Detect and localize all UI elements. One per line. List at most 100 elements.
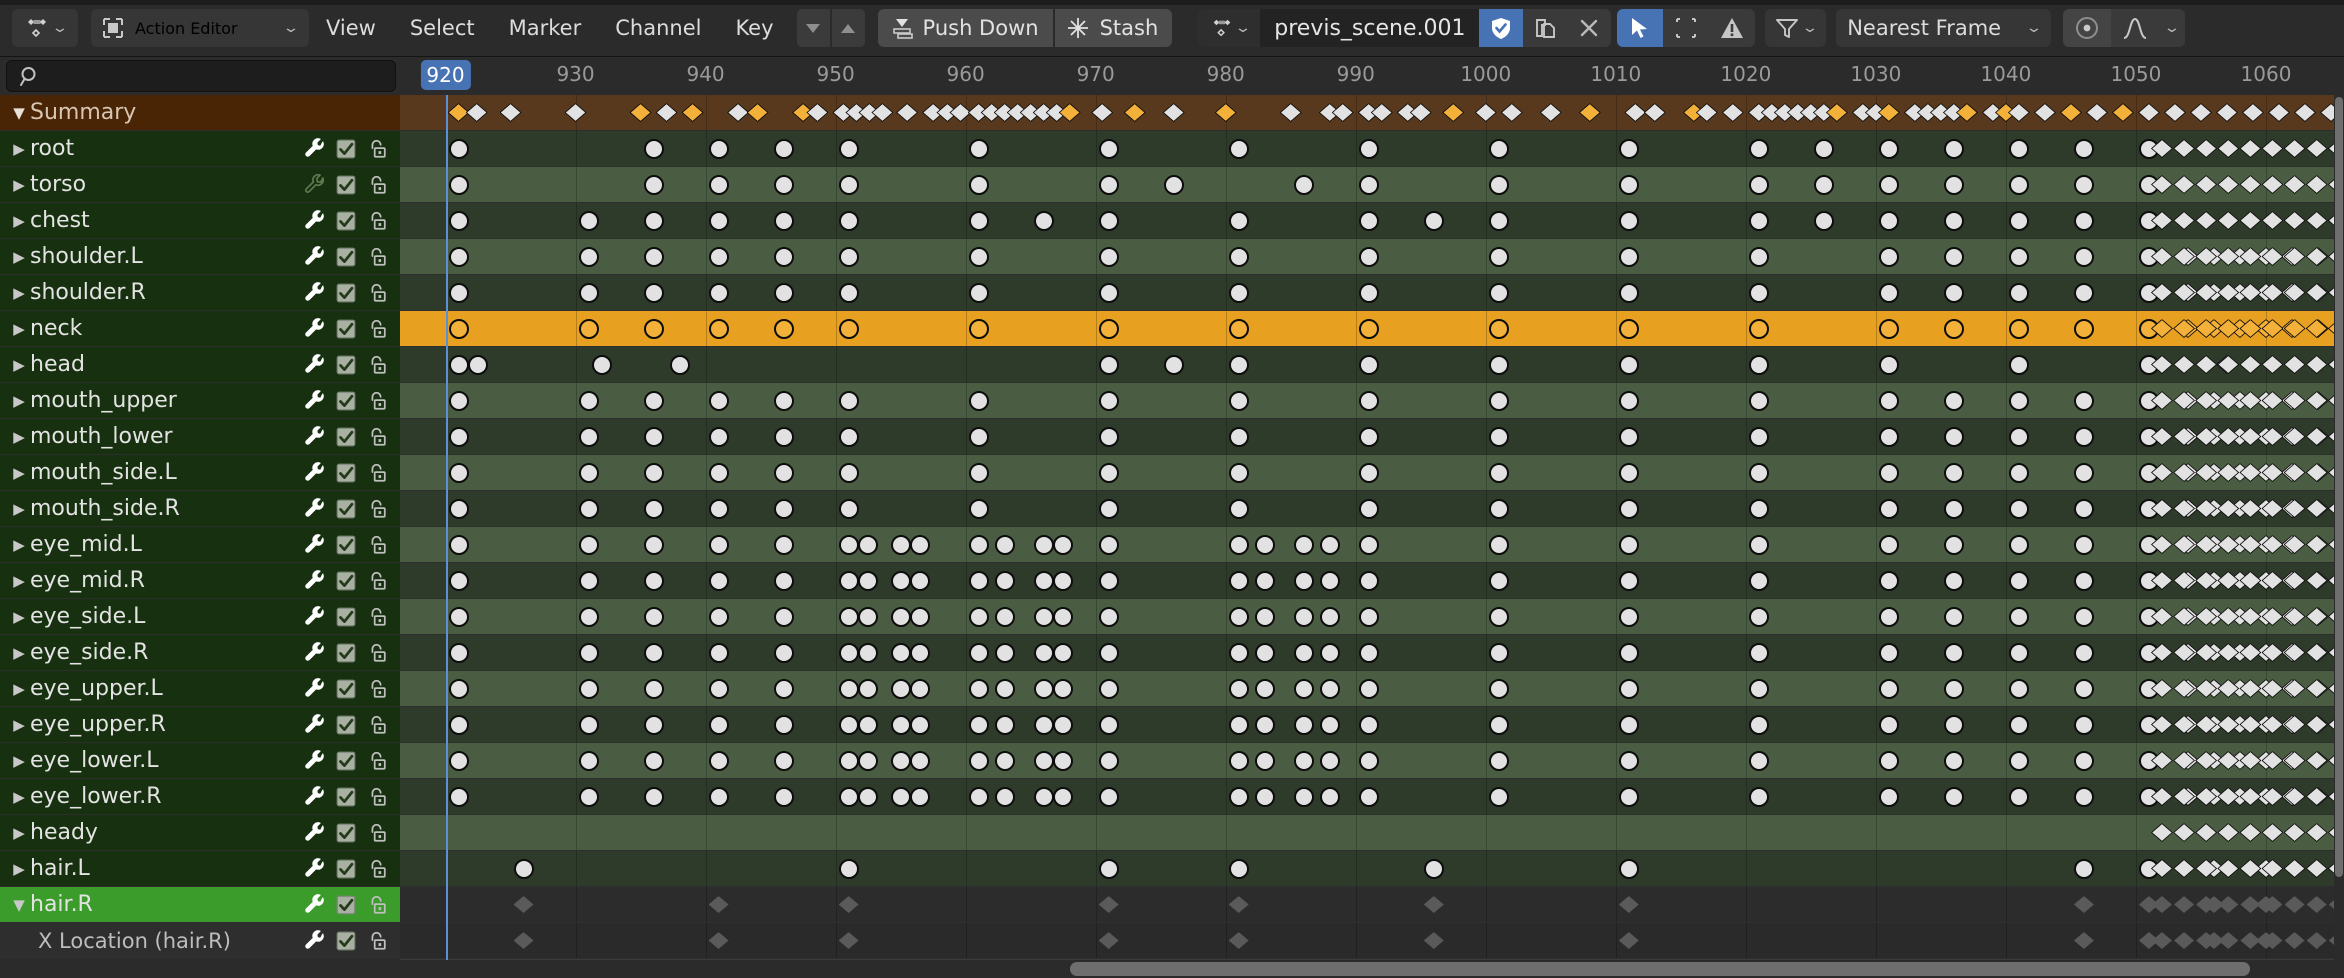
- keyframe-track-head[interactable]: [400, 347, 2344, 383]
- vertical-scrollbar[interactable]: [2334, 95, 2344, 960]
- keyframe-circle[interactable]: [969, 175, 989, 195]
- keyframe-ghost[interactable]: [514, 932, 534, 949]
- keyframe-circle[interactable]: [995, 643, 1015, 663]
- editor-mode-select[interactable]: Action Editor ⌄: [91, 9, 309, 47]
- keyframe-circle[interactable]: [1099, 283, 1119, 303]
- keyframe-circle[interactable]: [709, 139, 729, 159]
- keyframe-circle[interactable]: [1034, 679, 1054, 699]
- keyframe-circle[interactable]: [514, 859, 534, 879]
- keyframe-circle[interactable]: [1879, 427, 1899, 447]
- proportional-edit-toggle[interactable]: [2063, 9, 2111, 47]
- keyframe-circle[interactable]: [995, 607, 1015, 627]
- keyframe-circle[interactable]: [579, 679, 599, 699]
- keyframe-circle[interactable]: [1034, 535, 1054, 555]
- wrench-icon[interactable]: [304, 138, 326, 160]
- keyframe-circle[interactable]: [449, 463, 469, 483]
- checkbox-checked-icon[interactable]: [335, 390, 357, 412]
- keyframe-circle[interactable]: [2074, 499, 2094, 519]
- keyframe-circle[interactable]: [670, 355, 690, 375]
- keyframe-circle[interactable]: [2074, 283, 2094, 303]
- keyframe-diamond[interactable]: [2306, 859, 2328, 878]
- keyframe-circle[interactable]: [839, 679, 859, 699]
- keyframe-ghost[interactable]: [2307, 896, 2327, 913]
- push-down-button[interactable]: Push Down: [878, 9, 1053, 47]
- unlocked-padlock-icon[interactable]: [366, 390, 388, 412]
- keyframe-circle[interactable]: [644, 715, 664, 735]
- keyframe-diamond[interactable]: [656, 103, 678, 122]
- keyframe-diamond[interactable]: [806, 103, 828, 122]
- keyframe-diamond[interactable]: [2217, 211, 2239, 230]
- keyframe-diamond[interactable]: [2217, 679, 2239, 698]
- keyframe-diamond[interactable]: [2034, 103, 2056, 122]
- keyframe-diamond[interactable]: [2284, 787, 2306, 806]
- keyframe-circle[interactable]: [858, 535, 878, 555]
- checkbox-checked-icon[interactable]: [335, 174, 357, 196]
- keyframe-circle[interactable]: [1749, 355, 1769, 375]
- keyframe-circle[interactable]: [1814, 175, 1834, 195]
- keyframe-circle[interactable]: [1229, 355, 1249, 375]
- keyframe-circle[interactable]: [839, 463, 859, 483]
- keyframe-circle[interactable]: [858, 679, 878, 699]
- keyframe-diamond[interactable]: [2306, 787, 2328, 806]
- keyframe-circle[interactable]: [969, 787, 989, 807]
- keyframe-circle[interactable]: [774, 463, 794, 483]
- keyframe-diamond[interactable]: [2173, 463, 2195, 482]
- keyframe-circle[interactable]: [1879, 499, 1899, 519]
- keyframe-circle[interactable]: [1164, 175, 1184, 195]
- unlocked-padlock-icon[interactable]: [366, 138, 388, 160]
- current-frame-indicator[interactable]: 920: [420, 60, 470, 90]
- keyframe-circle[interactable]: [839, 607, 859, 627]
- keyframe-circle[interactable]: [1320, 607, 1340, 627]
- keyframe-diamond[interactable]: [2164, 103, 2186, 122]
- chevron-right-icon[interactable]: ▶: [8, 176, 30, 194]
- keyframe-diamond[interactable]: [2306, 751, 2328, 770]
- keyframe-diamond[interactable]: [2217, 643, 2239, 662]
- keyframe-circle[interactable]: [1034, 751, 1054, 771]
- keyframe-circle[interactable]: [2074, 859, 2094, 879]
- checkbox-checked-icon[interactable]: [335, 894, 357, 916]
- keyframe-track-shoulder-l[interactable]: [400, 239, 2344, 275]
- keyframe-diamond[interactable]: [2306, 175, 2328, 194]
- keyframe-diamond[interactable]: [2284, 535, 2306, 554]
- channel-row-eye-lower-l[interactable]: ▶eye_lower.L: [0, 743, 400, 779]
- keyframe-ghost[interactable]: [2174, 896, 2194, 913]
- keyframe-circle[interactable]: [468, 355, 488, 375]
- keyframe-circle[interactable]: [449, 283, 469, 303]
- keyframe-diamond[interactable]: [2284, 247, 2306, 266]
- keyframe-circle[interactable]: [1944, 643, 1964, 663]
- keyframe-circle[interactable]: [1489, 355, 1509, 375]
- keyframe-circle[interactable]: [774, 283, 794, 303]
- keyframe-circle[interactable]: [592, 355, 612, 375]
- chevron-right-icon[interactable]: ▶: [8, 320, 30, 338]
- keyframe-circle[interactable]: [709, 391, 729, 411]
- keyframe-circle[interactable]: [1099, 427, 1119, 447]
- channel-row-hair-r[interactable]: ▼hair.R: [0, 887, 400, 923]
- wrench-icon[interactable]: [304, 318, 326, 340]
- keyframe-circle[interactable]: [1229, 607, 1249, 627]
- keyframe-ghost[interactable]: [1619, 932, 1639, 949]
- keyframe-diamond[interactable]: [2173, 355, 2195, 374]
- keyframe-circle[interactable]: [1294, 571, 1314, 591]
- keyframe-diamond[interactable]: [1644, 103, 1666, 122]
- keyframe-diamond[interactable]: [1059, 103, 1081, 122]
- keyframe-circle[interactable]: [709, 571, 729, 591]
- keyframe-circle[interactable]: [1099, 607, 1119, 627]
- keyframe-circle[interactable]: [1294, 751, 1314, 771]
- keyframe-diamond[interactable]: [2173, 859, 2195, 878]
- keyframe-circle[interactable]: [1229, 499, 1249, 519]
- keyframe-circle[interactable]: [579, 391, 599, 411]
- keyframe-track-hair-l[interactable]: [400, 851, 2344, 887]
- keyframe-diamond[interactable]: [2306, 283, 2328, 302]
- keyframe-diamond[interactable]: [2217, 139, 2239, 158]
- keyframe-circle[interactable]: [969, 247, 989, 267]
- channel-row-mouth-side-r[interactable]: ▶mouth_side.R: [0, 491, 400, 527]
- keyframe-circle[interactable]: [969, 283, 989, 303]
- keyframe-diamond[interactable]: [2217, 463, 2239, 482]
- keyframe-circle[interactable]: [644, 139, 664, 159]
- keyframe-circle[interactable]: [969, 679, 989, 699]
- keyframe-diamond[interactable]: [1579, 103, 1601, 122]
- keyframe-circle[interactable]: [1229, 463, 1249, 483]
- keyframe-diamond[interactable]: [2261, 175, 2283, 194]
- keyframe-circle[interactable]: [1879, 139, 1899, 159]
- checkbox-checked-icon[interactable]: [335, 930, 357, 952]
